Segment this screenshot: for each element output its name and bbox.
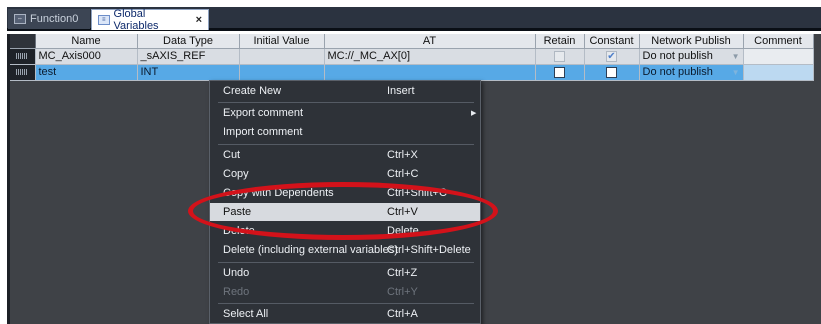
row-grip[interactable] — [10, 64, 36, 81]
menu-item-shortcut: Ctrl+Y — [387, 286, 418, 298]
column-header-retain[interactable]: Retain — [535, 34, 585, 49]
cell-network-publish[interactable]: Do not publish ▼ — [639, 48, 744, 65]
menu-item-copy[interactable]: Copy Ctrl+C — [210, 165, 480, 183]
menu-separator — [218, 303, 474, 304]
drag-handle-icon — [10, 49, 34, 64]
tab-global-variables[interactable]: ≡ Global Variables × — [91, 8, 209, 32]
menu-item-label: Select All — [223, 308, 269, 320]
chevron-down-icon[interactable]: ▼ — [732, 52, 740, 61]
column-header-at[interactable]: AT — [324, 34, 536, 49]
network-publish-value: Do not publish — [642, 50, 713, 62]
menu-item-redo: Redo Ctrl+Y — [210, 283, 480, 301]
menu-item-paste[interactable]: Paste Ctrl+V — [210, 203, 480, 221]
tab-function0[interactable]: ⇔ Function0 — [8, 9, 90, 29]
variable-table: Name Data Type Initial Value AT Retain C… — [10, 34, 814, 81]
table-row[interactable]: MC_Axis000 _sAXIS_REF MC://_MC_AX[0] ✔ D… — [10, 48, 814, 65]
menu-item-label: Delete (including external variables) — [223, 244, 398, 256]
row-grip[interactable] — [10, 48, 36, 65]
table-row[interactable]: test INT Do not publish ▼ — [10, 64, 814, 81]
retain-checkbox[interactable] — [554, 50, 565, 62]
menu-item-label: Import comment — [223, 126, 303, 138]
menu-item-label: Undo — [223, 267, 250, 279]
menu-item-create-new[interactable]: Create New Insert — [210, 82, 480, 100]
variables-icon: ≡ — [98, 15, 110, 25]
menu-item-delete[interactable]: Delete Delete — [210, 222, 480, 240]
menu-item-label: Export comment — [223, 107, 304, 119]
retain-checkbox[interactable] — [554, 66, 565, 78]
menu-item-undo[interactable]: Undo Ctrl+Z — [210, 264, 480, 282]
cell-retain[interactable] — [535, 64, 585, 81]
menu-item-shortcut: Ctrl+Shift+Delete — [387, 244, 471, 256]
cell-retain[interactable] — [535, 48, 585, 65]
network-publish-value: Do not publish — [642, 66, 713, 78]
menu-item-shortcut: Insert — [387, 85, 415, 97]
row-header-corner — [10, 34, 36, 49]
menu-separator — [218, 144, 474, 145]
menu-item-label: Cut — [223, 149, 241, 161]
cell-data-type[interactable]: _sAXIS_REF — [137, 48, 240, 65]
column-header-initial-value[interactable]: Initial Value — [239, 34, 325, 49]
column-header-comment[interactable]: Comment — [743, 34, 814, 49]
menu-item-shortcut: Ctrl+A — [387, 308, 418, 320]
menu-item-cut[interactable]: Cut Ctrl+X — [210, 146, 480, 164]
menu-item-label: Copy — [223, 168, 249, 180]
cell-constant[interactable] — [584, 64, 640, 81]
constant-checkbox[interactable] — [606, 66, 617, 78]
constant-checkbox[interactable]: ✔ — [606, 50, 617, 62]
cell-initial-value[interactable] — [239, 48, 325, 65]
tab-label: Global Variables — [113, 8, 159, 32]
menu-item-shortcut: Delete — [387, 225, 419, 237]
cell-constant[interactable]: ✔ — [584, 48, 640, 65]
menu-item-label: Redo — [223, 286, 250, 298]
column-header-name[interactable]: Name — [35, 34, 138, 49]
menu-item-label: Create New — [223, 85, 282, 97]
column-header-data-type[interactable]: Data Type — [137, 34, 240, 49]
cell-at[interactable] — [324, 64, 536, 81]
menu-item-label: Paste — [223, 206, 252, 218]
menu-item-import-comment[interactable]: Import comment — [210, 123, 480, 141]
menu-item-shortcut: Ctrl+Shift+C — [387, 187, 447, 199]
menu-item-shortcut: Ctrl+X — [387, 149, 418, 161]
menu-separator — [218, 262, 474, 263]
tab-label: Function0 — [30, 13, 79, 25]
menu-item-delete-including-external[interactable]: Delete (including external variables) Ct… — [210, 241, 480, 259]
menu-item-export-comment[interactable]: Export comment ▶ — [210, 104, 480, 122]
menu-item-label: Copy with Dependents — [223, 187, 334, 199]
table-header: Name Data Type Initial Value AT Retain C… — [10, 34, 814, 49]
menu-item-copy-with-dependents[interactable]: Copy with Dependents Ctrl+Shift+C — [210, 184, 480, 202]
menu-separator — [218, 102, 474, 103]
menu-item-shortcut: Ctrl+Z — [387, 267, 418, 279]
cell-comment[interactable] — [743, 64, 814, 81]
column-header-constant[interactable]: Constant — [584, 34, 640, 49]
menu-item-shortcut: Ctrl+C — [387, 168, 419, 180]
cell-network-publish[interactable]: Do not publish ▼ — [639, 64, 744, 81]
submenu-arrow-icon: ▶ — [471, 110, 477, 117]
cell-comment[interactable] — [743, 48, 814, 65]
drag-handle-icon — [10, 65, 34, 80]
menu-item-shortcut: Ctrl+V — [387, 206, 418, 218]
chevron-down-icon[interactable]: ▼ — [732, 68, 740, 77]
cell-data-type[interactable]: INT — [137, 64, 240, 81]
cell-name[interactable]: MC_Axis000 — [35, 48, 138, 65]
cell-at[interactable]: MC://_MC_AX[0] — [324, 48, 536, 65]
cell-initial-value[interactable] — [239, 64, 325, 81]
context-menu: Create New Insert Export comment ▶ Impor… — [209, 80, 481, 324]
menu-item-label: Delete — [223, 225, 255, 237]
menu-item-select-all[interactable]: Select All Ctrl+A — [210, 305, 480, 323]
editor-window: ⇔ Function0 ≡ Global Variables × Name Da… — [0, 0, 821, 324]
cell-name[interactable]: test — [35, 64, 138, 81]
close-icon[interactable]: × — [196, 14, 202, 26]
column-header-network-publish[interactable]: Network Publish — [639, 34, 744, 49]
tab-strip: ⇔ Function0 ≡ Global Variables × — [7, 7, 821, 32]
function-icon: ⇔ — [14, 14, 26, 24]
